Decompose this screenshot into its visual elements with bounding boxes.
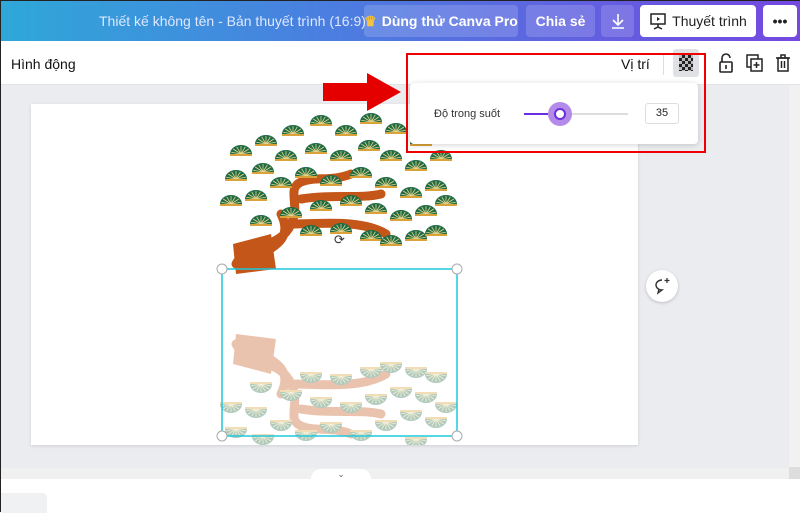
- pine-fan: [390, 210, 412, 221]
- pine-fan: [425, 225, 447, 236]
- pine-fan: [405, 230, 427, 241]
- add-comment-button[interactable]: [646, 270, 678, 302]
- pine-fan: [220, 402, 242, 413]
- pine-fan: [335, 125, 357, 136]
- pine-fan: [275, 150, 297, 161]
- resize-handle[interactable]: [451, 263, 463, 275]
- unlock-icon[interactable]: [717, 53, 735, 73]
- vertical-scrollbar[interactable]: [789, 85, 800, 479]
- pine-fan: [230, 145, 252, 156]
- pages-panel: [1, 479, 800, 513]
- chevron-down-icon: ⌄: [337, 469, 345, 479]
- pine-fan: [250, 382, 272, 393]
- present-label: Thuyết trình: [672, 13, 747, 29]
- highlight-box: [406, 53, 706, 153]
- download-icon: [611, 14, 624, 29]
- animate-button[interactable]: Hình động: [11, 56, 76, 72]
- pine-fan: [425, 417, 447, 428]
- horizontal-scrollbar[interactable]: [1, 468, 789, 479]
- resize-handle[interactable]: [216, 430, 228, 442]
- collapse-panel-button[interactable]: ⌄: [311, 469, 371, 481]
- scroll-corner: [789, 467, 800, 479]
- pine-fan: [435, 402, 457, 413]
- presentation-icon: [650, 13, 666, 30]
- pine-fan: [375, 420, 397, 431]
- pine-fan: [380, 150, 402, 161]
- pine-fan: [400, 187, 422, 198]
- pine-fan: [270, 177, 292, 188]
- red-arrow-icon: [323, 73, 401, 111]
- pine-fan: [390, 387, 412, 398]
- design-title[interactable]: Thiết kế không tên - Bản thuyết trình (1…: [99, 13, 366, 29]
- rotate-handle-icon[interactable]: ⟳: [334, 232, 345, 247]
- pine-fan: [295, 167, 317, 178]
- slide-page[interactable]: ⟳: [31, 104, 638, 495]
- pine-fan: [358, 140, 380, 151]
- pine-fan: [385, 123, 407, 134]
- pine-fan: [365, 203, 387, 214]
- pine-fan: [425, 180, 447, 191]
- pine-fan: [255, 135, 277, 146]
- duplicate-icon[interactable]: [746, 53, 764, 73]
- pine-fan: [405, 437, 427, 448]
- pine-fan: [365, 394, 387, 405]
- download-button[interactable]: [601, 5, 634, 37]
- tree-reflection: [220, 334, 457, 495]
- pine-fan: [405, 367, 427, 378]
- pine-fan: [250, 215, 272, 226]
- crown-icon: ♛: [364, 12, 377, 29]
- page-thumbnail[interactable]: [1, 493, 47, 513]
- pine-fan: [415, 205, 437, 216]
- pine-fan: [375, 177, 397, 188]
- pine-fan: [400, 410, 422, 421]
- comment-icon: [655, 278, 670, 295]
- share-button[interactable]: Chia sẻ: [526, 5, 595, 37]
- try-pro-label: Dùng thử Canva Pro: [381, 13, 518, 29]
- pine-fan: [350, 167, 372, 178]
- pine-fan: [425, 372, 447, 383]
- pine-fan: [245, 407, 267, 418]
- top-bar: Thiết kế không tên - Bản thuyết trình (1…: [1, 1, 800, 41]
- bonsai-tree-image[interactable]: ⟳: [31, 104, 638, 495]
- pine-fan: [330, 150, 352, 161]
- resize-handle[interactable]: [451, 430, 463, 442]
- pine-fan: [310, 115, 332, 126]
- pine-fan: [405, 160, 427, 171]
- resize-handle[interactable]: [216, 263, 228, 275]
- pine-fan: [270, 420, 292, 431]
- pine-fan: [305, 143, 327, 154]
- pine-fan: [220, 195, 242, 206]
- try-canva-pro-button[interactable]: ♛ Dùng thử Canva Pro: [364, 5, 518, 37]
- trash-icon[interactable]: [774, 53, 792, 73]
- pine-fan: [225, 170, 247, 181]
- pine-fan: [415, 392, 437, 403]
- pine-fan: [435, 195, 457, 206]
- pine-fan: [252, 163, 274, 174]
- pine-fan: [282, 125, 304, 136]
- more-button[interactable]: •••: [763, 5, 797, 37]
- pine-fan: [360, 113, 382, 124]
- pine-fan: [245, 190, 267, 201]
- present-button[interactable]: Thuyết trình: [640, 5, 756, 37]
